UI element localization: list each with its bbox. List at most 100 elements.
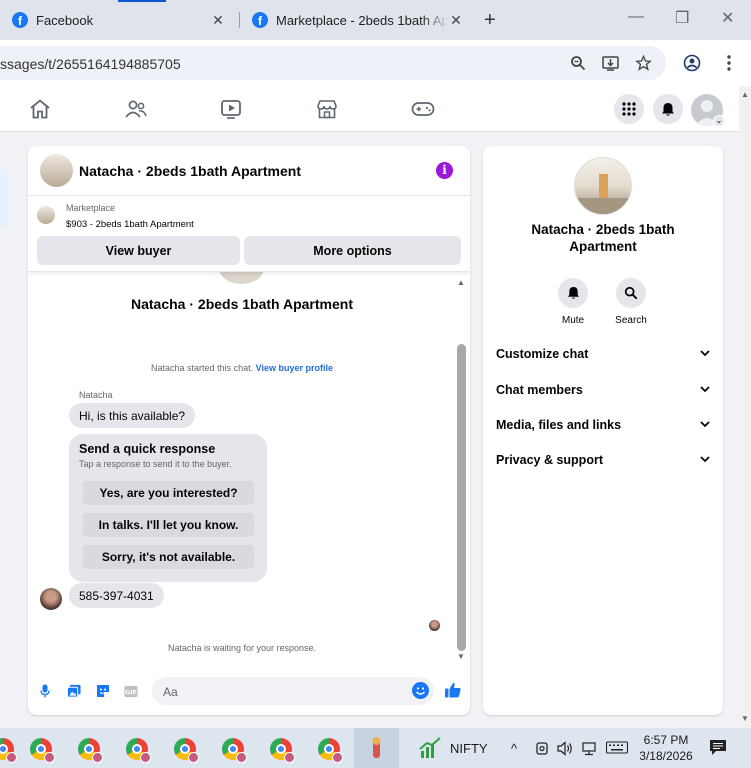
quick-response-subtitle: Tap a response to send it to the buyer. <box>79 459 232 469</box>
network-icon[interactable] <box>582 741 599 759</box>
chrome-profile-icon[interactable] <box>30 738 55 763</box>
gaming-icon[interactable] <box>411 98 435 120</box>
like-thumb-icon[interactable] <box>444 681 462 699</box>
active-taskbar-app[interactable] <box>354 728 399 768</box>
privacy-support-section[interactable]: Privacy & support <box>496 453 710 467</box>
zoom-icon[interactable] <box>569 54 587 72</box>
sender-avatar[interactable] <box>40 588 62 610</box>
chat-members-section[interactable]: Chat members <box>496 383 710 397</box>
location-icon[interactable] <box>535 741 549 759</box>
stock-ticker[interactable]: NIFTY <box>450 741 488 756</box>
chevron-down-icon <box>700 348 710 360</box>
scroll-down-icon[interactable]: ▼ <box>741 714 749 723</box>
scroll-up-icon[interactable]: ▲ <box>741 90 749 99</box>
clock-date: 3/18/2026 <box>639 749 693 763</box>
message-bubble: Hi, is this available? <box>69 403 196 428</box>
thread-profile-photo <box>219 272 264 284</box>
chat-scroll-thumb[interactable] <box>457 344 466 651</box>
tab-title: Facebook <box>36 12 94 28</box>
sender-name: Natacha <box>79 390 113 400</box>
message-bubble: 585-397-4031 <box>69 583 164 608</box>
url-field[interactable]: ssages/t/2655164194885705 <box>0 46 666 80</box>
quick-response-option[interactable]: In talks. I'll let you know. <box>83 513 254 537</box>
new-tab-button[interactable]: + <box>484 10 496 30</box>
chrome-profile-icon[interactable] <box>126 738 151 763</box>
chrome-icon[interactable] <box>0 738 17 763</box>
watch-icon[interactable] <box>219 98 243 120</box>
chrome-profile-icon[interactable] <box>270 738 295 763</box>
tab-close-icon[interactable]: ✕ <box>210 12 226 29</box>
tab-title: Marketplace - 2beds 1bath Apartment <box>276 12 448 28</box>
taskbar-clock[interactable]: 6:57 PM 3/18/2026 <box>636 732 696 764</box>
more-options-button[interactable]: More options <box>244 236 461 265</box>
notification-center-icon[interactable] <box>709 739 727 759</box>
install-app-icon[interactable] <box>601 54 619 72</box>
message-input[interactable]: Aa <box>152 677 434 705</box>
photo-icon[interactable] <box>67 684 81 698</box>
view-buyer-profile-link[interactable]: View buyer profile <box>256 363 333 373</box>
page-scrollbar[interactable]: ▲ ▼ <box>739 86 751 728</box>
account-chevron-icon[interactable]: ⌄ <box>713 115 725 127</box>
stock-chart-icon[interactable] <box>418 737 444 764</box>
facebook-icon: f <box>12 12 28 28</box>
notifications-button[interactable] <box>653 94 683 124</box>
chat-scroll-up-icon[interactable]: ▲ <box>457 278 465 287</box>
facebook-icon: f <box>252 12 268 28</box>
section-label: Customize chat <box>496 347 589 361</box>
search-button[interactable]: Search <box>609 278 653 326</box>
chat-panel: Natacha · 2beds 1bath Apartment i Market… <box>28 146 470 715</box>
bell-icon <box>662 102 674 116</box>
chevron-down-icon <box>700 454 710 466</box>
microphone-icon[interactable] <box>38 684 52 698</box>
restore-button[interactable]: ❐ <box>675 8 689 28</box>
clock-time: 6:57 PM <box>643 733 689 747</box>
gif-icon[interactable]: GIF <box>124 684 138 698</box>
chrome-profile-icon[interactable] <box>174 738 199 763</box>
facebook-top-nav <box>0 86 739 132</box>
close-window-button[interactable]: ✕ <box>721 8 734 28</box>
mute-label: Mute <box>561 315 585 326</box>
menu-grid-button[interactable] <box>614 94 644 124</box>
chrome-profile-icon[interactable] <box>222 738 247 763</box>
customize-chat-section[interactable]: Customize chat <box>496 347 710 361</box>
volume-icon[interactable] <box>557 741 574 759</box>
browser-menu-icon[interactable] <box>720 54 738 72</box>
media-files-links-section[interactable]: Media, files and links <box>496 418 710 432</box>
listing-thumbnail[interactable] <box>37 206 55 224</box>
chrome-profile-icon[interactable] <box>318 738 343 763</box>
view-buyer-button[interactable]: View buyer <box>37 236 240 265</box>
contact-profile-photo[interactable] <box>574 157 632 215</box>
section-label: Chat members <box>496 383 583 397</box>
listing-price-title[interactable]: $903 - 2beds 1bath Apartment <box>66 219 194 230</box>
mute-button[interactable]: Mute <box>551 278 595 326</box>
quick-response-option[interactable]: Sorry, it's not available. <box>83 545 254 569</box>
chat-info-panel: Natacha · 2beds 1bath Apartment Mute Sea… <box>483 146 723 715</box>
search-label: Search <box>615 315 647 326</box>
chat-scrollbar[interactable]: ▲ ▼ <box>456 278 467 668</box>
minimize-button[interactable]: — <box>628 8 644 26</box>
quick-response-option[interactable]: Yes, are you interested? <box>83 481 254 505</box>
chat-header-name[interactable]: Natacha · 2beds 1bath Apartment <box>79 163 301 179</box>
chrome-profile-icon[interactable] <box>78 738 103 763</box>
contact-avatar[interactable] <box>40 154 73 187</box>
info-icon[interactable]: i <box>436 162 453 179</box>
bookmark-star-icon[interactable] <box>634 54 652 72</box>
home-icon[interactable] <box>28 98 52 120</box>
section-label: Media, files and links <box>496 418 622 432</box>
chevron-down-icon <box>700 419 710 431</box>
keyboard-icon[interactable] <box>605 741 629 758</box>
tab-close-icon[interactable]: ✕ <box>448 12 464 29</box>
browser-tab-facebook[interactable]: f Facebook ✕ <box>0 0 238 40</box>
app-icon <box>372 737 381 758</box>
search-icon <box>616 278 646 308</box>
browser-tab-marketplace[interactable]: f Marketplace - 2beds 1bath Apartment ✕ <box>240 0 476 40</box>
sticker-icon[interactable] <box>96 684 110 698</box>
friends-icon[interactable] <box>124 98 148 120</box>
profile-icon[interactable] <box>683 54 701 72</box>
chat-scroll-down-icon[interactable]: ▼ <box>457 652 465 661</box>
marketplace-icon[interactable] <box>315 98 339 120</box>
read-receipt-avatar <box>429 620 440 631</box>
emoji-icon[interactable] <box>412 682 429 699</box>
left-sidebar-edge <box>0 170 9 228</box>
show-hidden-icons[interactable]: ^ <box>511 741 517 756</box>
